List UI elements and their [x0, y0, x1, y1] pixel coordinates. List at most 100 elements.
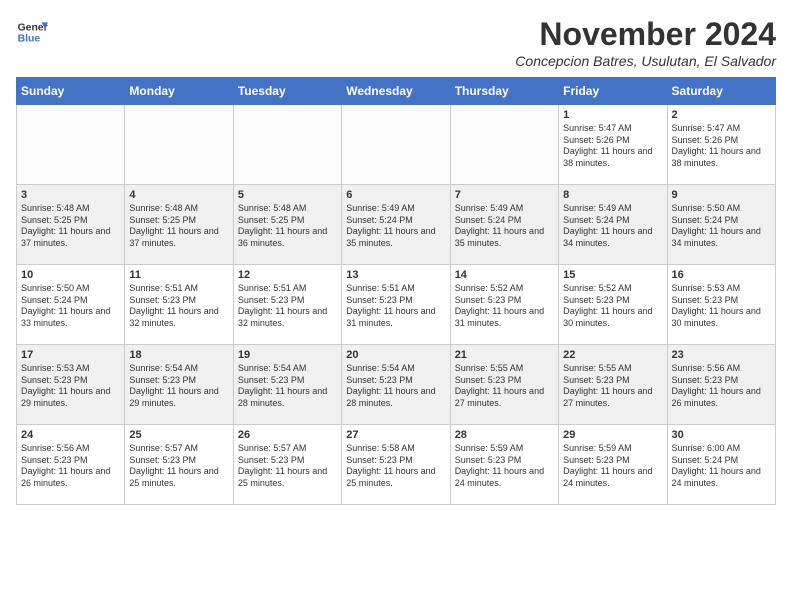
day-cell: 23Sunrise: 5:56 AMSunset: 5:23 PMDayligh…: [667, 345, 775, 425]
day-info-line: Sunrise: 5:52 AM: [455, 283, 554, 295]
day-number: 28: [455, 429, 554, 441]
day-number: 30: [672, 429, 771, 441]
day-number: 16: [672, 269, 771, 281]
day-info-line: Sunset: 5:24 PM: [563, 215, 662, 227]
day-info-line: Sunset: 5:23 PM: [563, 375, 662, 387]
day-info-line: Sunrise: 5:49 AM: [563, 203, 662, 215]
day-info-line: Sunset: 5:23 PM: [346, 375, 445, 387]
day-info-line: Sunrise: 5:52 AM: [563, 283, 662, 295]
day-info-line: Daylight: 11 hours and 25 minutes.: [129, 466, 228, 489]
day-cell: 19Sunrise: 5:54 AMSunset: 5:23 PMDayligh…: [233, 345, 341, 425]
day-cell: 24Sunrise: 5:56 AMSunset: 5:23 PMDayligh…: [17, 425, 125, 505]
logo: General Blue: [16, 16, 48, 48]
day-info-line: Daylight: 11 hours and 32 minutes.: [129, 306, 228, 329]
day-info-line: Sunset: 5:23 PM: [129, 455, 228, 467]
day-cell: 7Sunrise: 5:49 AMSunset: 5:24 PMDaylight…: [450, 185, 558, 265]
week-row-4: 17Sunrise: 5:53 AMSunset: 5:23 PMDayligh…: [17, 345, 776, 425]
day-number: 21: [455, 349, 554, 361]
day-info-line: Sunrise: 5:51 AM: [129, 283, 228, 295]
day-info-line: Daylight: 11 hours and 28 minutes.: [238, 386, 337, 409]
day-info-line: Sunset: 5:24 PM: [346, 215, 445, 227]
day-info-line: Sunrise: 5:54 AM: [346, 363, 445, 375]
month-year: November 2024: [515, 16, 776, 53]
day-number: 7: [455, 189, 554, 201]
day-number: 19: [238, 349, 337, 361]
day-info-line: Sunrise: 5:48 AM: [129, 203, 228, 215]
day-number: 8: [563, 189, 662, 201]
col-thursday: Thursday: [450, 78, 558, 105]
day-number: 29: [563, 429, 662, 441]
location: Concepcion Batres, Usulutan, El Salvador: [515, 53, 776, 69]
day-info-line: Sunset: 5:23 PM: [563, 295, 662, 307]
day-info-line: Sunset: 5:25 PM: [21, 215, 120, 227]
day-info-line: Daylight: 11 hours and 38 minutes.: [563, 146, 662, 169]
day-info-line: Sunset: 5:23 PM: [21, 455, 120, 467]
day-info-line: Daylight: 11 hours and 24 minutes.: [563, 466, 662, 489]
day-info-line: Sunrise: 5:48 AM: [21, 203, 120, 215]
header-row: Sunday Monday Tuesday Wednesday Thursday…: [17, 78, 776, 105]
day-info-line: Daylight: 11 hours and 37 minutes.: [21, 226, 120, 249]
day-cell: [342, 105, 450, 185]
day-number: 10: [21, 269, 120, 281]
day-info-line: Sunrise: 5:50 AM: [672, 203, 771, 215]
day-info-line: Daylight: 11 hours and 31 minutes.: [455, 306, 554, 329]
day-info-line: Sunrise: 6:00 AM: [672, 443, 771, 455]
day-cell: 2Sunrise: 5:47 AMSunset: 5:26 PMDaylight…: [667, 105, 775, 185]
day-cell: 17Sunrise: 5:53 AMSunset: 5:23 PMDayligh…: [17, 345, 125, 425]
day-number: 13: [346, 269, 445, 281]
col-saturday: Saturday: [667, 78, 775, 105]
day-info-line: Sunset: 5:23 PM: [672, 295, 771, 307]
day-cell: 30Sunrise: 6:00 AMSunset: 5:24 PMDayligh…: [667, 425, 775, 505]
col-tuesday: Tuesday: [233, 78, 341, 105]
day-cell: 27Sunrise: 5:58 AMSunset: 5:23 PMDayligh…: [342, 425, 450, 505]
day-number: 14: [455, 269, 554, 281]
day-cell: [233, 105, 341, 185]
day-info-line: Sunset: 5:23 PM: [672, 375, 771, 387]
day-number: 20: [346, 349, 445, 361]
day-info-line: Sunrise: 5:59 AM: [563, 443, 662, 455]
day-cell: 20Sunrise: 5:54 AMSunset: 5:23 PMDayligh…: [342, 345, 450, 425]
day-cell: 15Sunrise: 5:52 AMSunset: 5:23 PMDayligh…: [559, 265, 667, 345]
day-info-line: Sunset: 5:26 PM: [563, 135, 662, 147]
day-info-line: Sunrise: 5:51 AM: [346, 283, 445, 295]
col-wednesday: Wednesday: [342, 78, 450, 105]
day-info-line: Daylight: 11 hours and 27 minutes.: [455, 386, 554, 409]
day-cell: 28Sunrise: 5:59 AMSunset: 5:23 PMDayligh…: [450, 425, 558, 505]
day-info-line: Sunrise: 5:53 AM: [672, 283, 771, 295]
day-info-line: Sunset: 5:23 PM: [238, 295, 337, 307]
day-info-line: Daylight: 11 hours and 34 minutes.: [563, 226, 662, 249]
day-cell: [450, 105, 558, 185]
day-number: 23: [672, 349, 771, 361]
day-info-line: Sunrise: 5:50 AM: [21, 283, 120, 295]
day-info-line: Sunrise: 5:48 AM: [238, 203, 337, 215]
day-number: 6: [346, 189, 445, 201]
week-row-2: 3Sunrise: 5:48 AMSunset: 5:25 PMDaylight…: [17, 185, 776, 265]
day-info-line: Daylight: 11 hours and 24 minutes.: [455, 466, 554, 489]
day-info-line: Sunrise: 5:47 AM: [672, 123, 771, 135]
day-info-line: Sunset: 5:23 PM: [346, 455, 445, 467]
day-number: 26: [238, 429, 337, 441]
day-info-line: Daylight: 11 hours and 35 minutes.: [346, 226, 445, 249]
day-info-line: Daylight: 11 hours and 34 minutes.: [672, 226, 771, 249]
day-number: 3: [21, 189, 120, 201]
day-info-line: Sunset: 5:25 PM: [238, 215, 337, 227]
day-cell: 6Sunrise: 5:49 AMSunset: 5:24 PMDaylight…: [342, 185, 450, 265]
day-info-line: Sunrise: 5:55 AM: [563, 363, 662, 375]
week-row-1: 1Sunrise: 5:47 AMSunset: 5:26 PMDaylight…: [17, 105, 776, 185]
day-number: 25: [129, 429, 228, 441]
day-number: 18: [129, 349, 228, 361]
day-info-line: Sunset: 5:23 PM: [346, 295, 445, 307]
day-info-line: Daylight: 11 hours and 31 minutes.: [346, 306, 445, 329]
day-info-line: Daylight: 11 hours and 29 minutes.: [21, 386, 120, 409]
day-info-line: Sunrise: 5:51 AM: [238, 283, 337, 295]
day-number: 27: [346, 429, 445, 441]
day-info-line: Sunset: 5:26 PM: [672, 135, 771, 147]
day-info-line: Sunrise: 5:47 AM: [563, 123, 662, 135]
day-info-line: Sunset: 5:23 PM: [21, 375, 120, 387]
day-info-line: Sunset: 5:24 PM: [21, 295, 120, 307]
day-info-line: Sunrise: 5:57 AM: [238, 443, 337, 455]
day-cell: 1Sunrise: 5:47 AMSunset: 5:26 PMDaylight…: [559, 105, 667, 185]
day-info-line: Daylight: 11 hours and 25 minutes.: [238, 466, 337, 489]
day-cell: 10Sunrise: 5:50 AMSunset: 5:24 PMDayligh…: [17, 265, 125, 345]
day-number: 17: [21, 349, 120, 361]
